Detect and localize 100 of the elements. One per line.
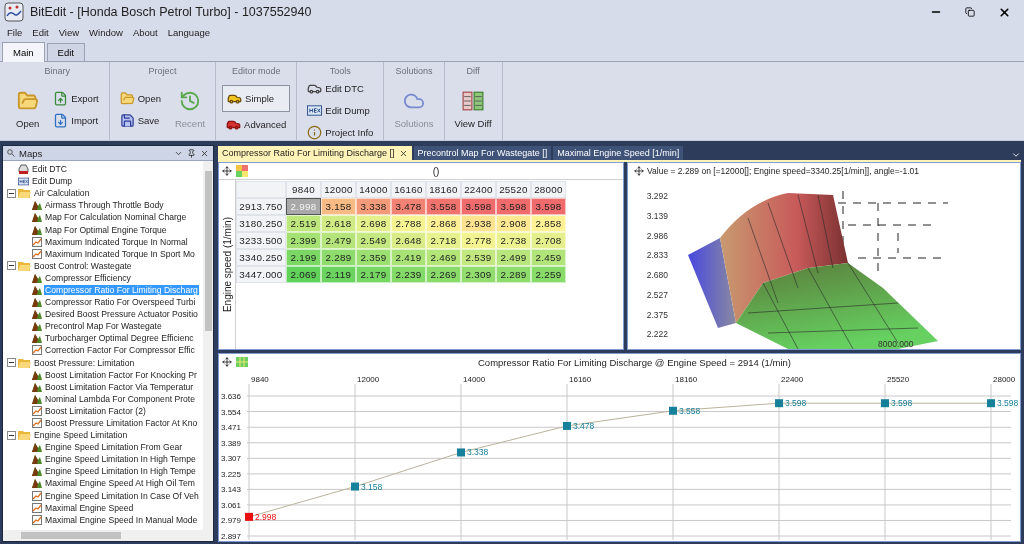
table-cell[interactable]: 2.718 bbox=[426, 232, 461, 249]
table-cell[interactable]: 2.399 bbox=[286, 232, 321, 249]
table-cell[interactable]: 2.868 bbox=[426, 215, 461, 232]
table-cell[interactable]: 3.158 bbox=[321, 198, 356, 215]
tree-item[interactable]: Engine Speed Limitation bbox=[33, 430, 129, 441]
collapse-icon[interactable] bbox=[7, 261, 16, 271]
table-cell[interactable]: 2.469 bbox=[426, 249, 461, 266]
tree-item[interactable]: Airmass Through Throttle Body bbox=[44, 200, 165, 211]
tree-item[interactable]: Engine Speed Limitation In High Tempe bbox=[44, 454, 197, 465]
move-icon[interactable] bbox=[634, 166, 644, 176]
menu-item[interactable]: Edit bbox=[32, 26, 49, 38]
table-cell[interactable]: 2.648 bbox=[391, 232, 426, 249]
collapse-icon[interactable] bbox=[7, 358, 16, 368]
tree-item[interactable]: Maximum Indicated Torque In Sport Mo bbox=[44, 248, 196, 259]
scrollbar[interactable] bbox=[203, 161, 213, 530]
table-cell[interactable]: 3.558 bbox=[426, 198, 461, 215]
table-cell[interactable]: 2.239 bbox=[391, 266, 426, 283]
table-cell[interactable]: 2.119 bbox=[321, 266, 356, 283]
table-cell[interactable]: 2.778 bbox=[461, 232, 496, 249]
ribbon-button[interactable]: Advanced bbox=[222, 115, 291, 134]
ribbon-button[interactable]: Project Info bbox=[303, 123, 378, 142]
tree-item[interactable]: Turbocharger Optimal Degree Efficienc bbox=[44, 333, 195, 344]
data-point[interactable] bbox=[775, 399, 783, 408]
table-cell[interactable]: 2.479 bbox=[321, 232, 356, 249]
table-cell[interactable]: 2.269 bbox=[426, 266, 461, 283]
menu-item[interactable]: About bbox=[132, 26, 158, 38]
tree-item[interactable]: Desired Boost Pressure Actuator Positio bbox=[44, 309, 199, 320]
table-cell[interactable]: 2.419 bbox=[391, 249, 426, 266]
data-point[interactable] bbox=[563, 421, 571, 430]
table-cell[interactable]: 3.598 bbox=[496, 198, 531, 215]
table-cell[interactable]: 2.788 bbox=[391, 215, 426, 232]
pin-icon[interactable] bbox=[187, 148, 196, 158]
table-cell[interactable]: 2.459 bbox=[531, 249, 566, 266]
tree-item[interactable]: Map For Optimal Engine Torque bbox=[44, 224, 168, 235]
close-icon[interactable] bbox=[200, 148, 209, 158]
data-point[interactable] bbox=[669, 406, 677, 415]
data-point[interactable] bbox=[881, 399, 889, 408]
tree-item[interactable]: Maximal Engine Speed At High Oil Tem bbox=[44, 478, 196, 489]
table-cell[interactable]: 2.179 bbox=[356, 266, 391, 283]
ribbon-button[interactable]: Export bbox=[49, 89, 103, 108]
tree-item[interactable]: Boost Pressure: Limitation bbox=[33, 357, 136, 368]
tree-item[interactable]: Boost Limitation Factor Via Temperatur bbox=[44, 381, 195, 392]
tree-item[interactable]: Nominal Lambda For Component Prote bbox=[44, 393, 196, 404]
close-icon[interactable] bbox=[398, 148, 408, 158]
table-cell[interactable]: 2.499 bbox=[496, 249, 531, 266]
table-cell[interactable]: 2.359 bbox=[356, 249, 391, 266]
menu-item[interactable]: File bbox=[7, 26, 23, 38]
collapse-icon[interactable] bbox=[7, 430, 16, 440]
table-cell[interactable]: 2.938 bbox=[461, 215, 496, 232]
tree-item[interactable]: Maximal Engine Speed In Manual Mode bbox=[44, 514, 199, 525]
table-cell[interactable]: 2.618 bbox=[321, 215, 356, 232]
tree-item[interactable]: Edit Dump bbox=[31, 176, 74, 187]
tree-item[interactable]: Maximal Engine Speed bbox=[44, 502, 135, 513]
tree-item[interactable]: Edit DTC bbox=[31, 164, 68, 175]
table-cell[interactable]: 2.519 bbox=[286, 215, 321, 232]
ribbon-button[interactable]: Edit Dump bbox=[303, 101, 378, 120]
tree-item[interactable]: Precontrol Map For Wastegate bbox=[44, 321, 163, 332]
ribbon-tab[interactable]: Edit bbox=[46, 43, 85, 61]
table-cell[interactable]: 2.259 bbox=[531, 266, 566, 283]
table-cell[interactable]: 2.549 bbox=[356, 232, 391, 249]
table-cell[interactable]: 2.199 bbox=[286, 249, 321, 266]
ribbon-tab[interactable]: Main bbox=[2, 42, 45, 62]
table-cell[interactable]: 2.069 bbox=[286, 266, 321, 283]
ribbon-button[interactable]: Import bbox=[49, 111, 103, 130]
document-tab[interactable]: Precontrol Map For Wastegate [] bbox=[413, 146, 552, 160]
table-cell[interactable]: 2.858 bbox=[531, 215, 566, 232]
tree-item[interactable]: Air Calculation bbox=[33, 188, 91, 199]
table-cell[interactable]: 3.598 bbox=[531, 198, 566, 215]
document-tab[interactable]: Maximal Engine Speed [1/min] bbox=[553, 146, 684, 160]
menu-item[interactable]: Language bbox=[167, 26, 210, 38]
tree-item[interactable]: Compressor Ratio For Overspeed Turbi bbox=[44, 297, 197, 308]
ribbon-button[interactable]: Edit DTC bbox=[303, 79, 378, 98]
tree-item[interactable]: Boost Pressure Limitation Factor At Kno bbox=[44, 418, 199, 428]
tree-item[interactable]: Engine Speed Limitation In Case Of Veh bbox=[44, 490, 200, 501]
ribbon-button[interactable]: View Diff bbox=[450, 88, 496, 131]
tree-item[interactable]: Correction Factor For Compressor Effic bbox=[44, 345, 196, 356]
tree-item[interactable]: Map For Calculation Nominal Charge bbox=[44, 212, 188, 223]
tree-item[interactable]: Boost Limitation Factor (2) bbox=[44, 405, 147, 416]
table-cell[interactable]: 2.309 bbox=[461, 266, 496, 283]
move-icon[interactable] bbox=[222, 357, 232, 367]
ribbon-button[interactable]: Open bbox=[12, 88, 44, 131]
ribbon-button[interactable]: Simple bbox=[222, 85, 291, 112]
data-point[interactable] bbox=[987, 399, 995, 408]
ribbon-button[interactable]: Open bbox=[115, 89, 165, 108]
table-cell[interactable]: 3.478 bbox=[391, 198, 426, 215]
move-icon[interactable] bbox=[222, 166, 232, 176]
table-cell[interactable]: 2.698 bbox=[356, 215, 391, 232]
table-cell[interactable]: 2.539 bbox=[461, 249, 496, 266]
table-cell[interactable]: 2.738 bbox=[496, 232, 531, 249]
scrollbar[interactable] bbox=[3, 530, 213, 541]
table-cell[interactable]: 2.708 bbox=[531, 232, 566, 249]
tree-item[interactable]: Engine Speed Limitation From Gear bbox=[44, 442, 184, 453]
menu-item[interactable]: View bbox=[58, 26, 80, 38]
table-cell[interactable]: 3.598 bbox=[461, 198, 496, 215]
table-cell[interactable]: 2.289 bbox=[496, 266, 531, 283]
ribbon-button[interactable]: Save bbox=[115, 111, 165, 130]
collapse-icon[interactable] bbox=[7, 188, 16, 198]
tree-item[interactable]: Boost Control: Wastegate bbox=[33, 260, 133, 271]
tree-item[interactable]: Compressor Efficiency bbox=[44, 272, 132, 283]
tree-item[interactable]: Boost Limitation Factor For Knocking Pr bbox=[44, 369, 198, 380]
